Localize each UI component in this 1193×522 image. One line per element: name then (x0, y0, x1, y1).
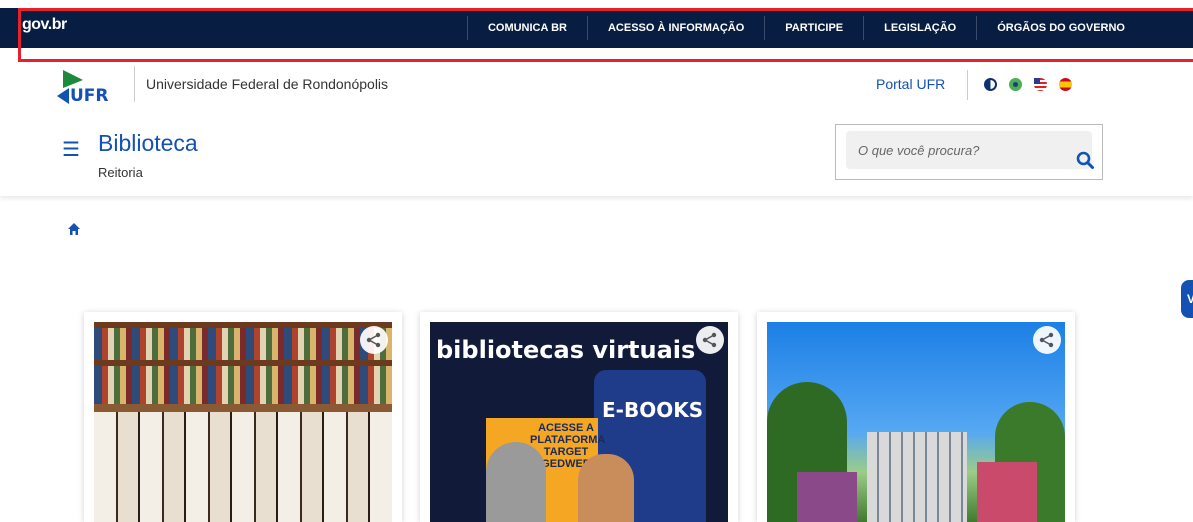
gov-nav-comunica[interactable]: COMUNICA BR (466, 16, 587, 40)
card-title: bibliotecas virtuais (436, 336, 696, 364)
search-icon[interactable] (1076, 151, 1094, 169)
share-icon[interactable] (360, 326, 388, 354)
mural (797, 472, 857, 522)
highlight-frame-top (18, 8, 1193, 11)
divider (134, 66, 135, 102)
header-tools (984, 78, 1072, 91)
gov-logo[interactable]: gov.br (22, 16, 67, 34)
gov-nav: COMUNICA BR ACESSO À INFORMAÇÃO PARTICIP… (466, 8, 1145, 48)
site-header: UFR Universidade Federal de Rondonópolis… (0, 62, 1193, 196)
shelf (94, 360, 392, 366)
person-graphic (578, 454, 634, 522)
news-card[interactable]: bibliotecas virtuais E-BOOKS ACESSE A PL… (420, 312, 738, 522)
card-image-bookshelf (94, 322, 392, 522)
person-graphic (486, 442, 546, 522)
divider (967, 70, 968, 100)
flag-spain-icon[interactable] (1059, 78, 1072, 91)
site-title[interactable]: Biblioteca (98, 130, 198, 157)
site-subtitle: Reitoria (98, 165, 143, 180)
flag-brazil-icon[interactable] (1009, 78, 1022, 91)
card-image-ebooks: bibliotecas virtuais E-BOOKS ACESSE A PL… (430, 322, 728, 522)
contrast-icon[interactable] (984, 78, 997, 91)
share-icon[interactable] (696, 326, 724, 354)
gov-nav-participe[interactable]: PARTICIPE (764, 16, 863, 40)
mural (977, 462, 1037, 522)
share-icon[interactable] (1033, 326, 1061, 354)
card-badge: E-BOOKS (602, 398, 704, 422)
ufr-logo-text[interactable]: UFR (70, 86, 109, 106)
news-card[interactable] (757, 312, 1075, 522)
gov-nav-acesso-informacao[interactable]: ACESSO À INFORMAÇÃO (586, 16, 764, 40)
news-card[interactable] (84, 312, 402, 522)
home-icon[interactable] (67, 222, 81, 236)
portal-ufr-link[interactable]: Portal UFR (876, 76, 945, 92)
card-image-campus (767, 322, 1065, 522)
menu-icon[interactable]: ☰ (62, 137, 80, 162)
accessibility-side-tab[interactable]: V (1181, 280, 1193, 318)
search-input[interactable] (846, 131, 1092, 169)
gov-nav-legislacao[interactable]: LEGISLAÇÃO (863, 16, 976, 40)
books (94, 412, 392, 522)
university-name[interactable]: Universidade Federal de Rondonópolis (146, 76, 388, 92)
top-white-strip (0, 0, 1193, 8)
gov-nav-orgaos[interactable]: ÓRGÃOS DO GOVERNO (976, 16, 1145, 40)
flag-usa-icon[interactable] (1034, 78, 1047, 91)
search-box (835, 124, 1103, 180)
